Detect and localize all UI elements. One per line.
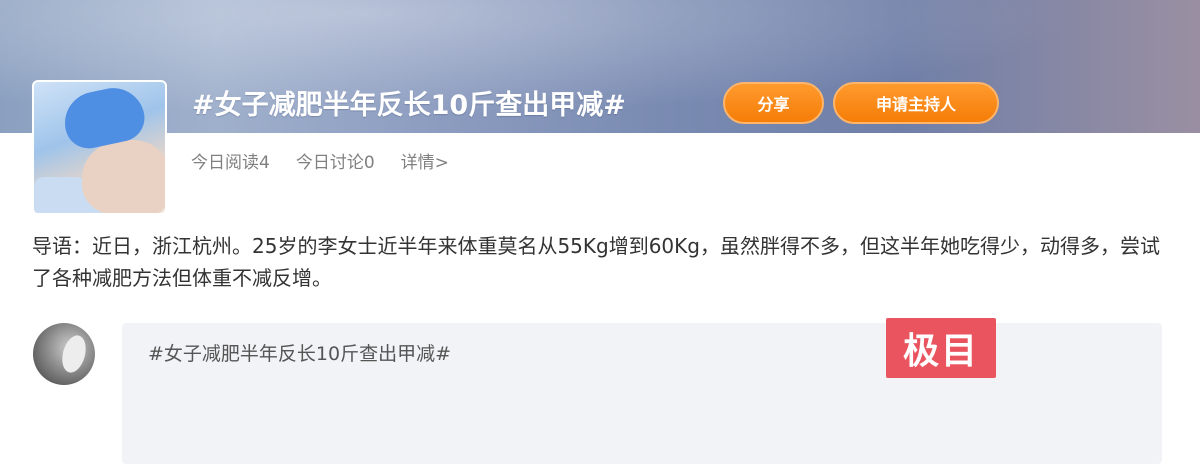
topic-stats: 今日阅读4 今日讨论0 详情> (191, 146, 449, 174)
topic-lead-text: 导语：近日，浙江杭州。25岁的李女士近半年来体重莫名从55Kg增到60Kg，虽然… (32, 234, 1160, 290)
topic-title: #女子减肥半年反长10斤查出甲减# (192, 90, 626, 121)
watermark-logo: 极目 (886, 318, 996, 378)
read-today-count: 今日阅读4 (191, 152, 270, 173)
avatar[interactable] (33, 323, 95, 385)
apply-host-button[interactable]: 申请主持人 (833, 82, 999, 124)
details-link[interactable]: 详情> (401, 148, 449, 173)
avatar-highlight (58, 332, 90, 376)
topic-thumbnail[interactable] (32, 80, 167, 215)
post-text: #女子减肥半年反长10斤查出甲减# (148, 343, 452, 365)
thumbnail-face-shape (82, 140, 165, 213)
discuss-today-count: 今日讨论0 (295, 152, 375, 173)
share-button[interactable]: 分享 (723, 82, 824, 124)
